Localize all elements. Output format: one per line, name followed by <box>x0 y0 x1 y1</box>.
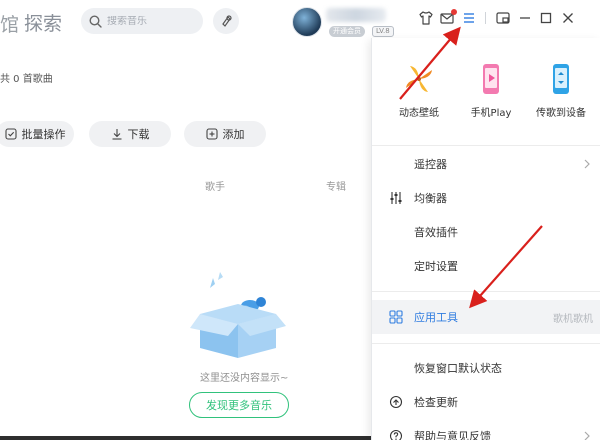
menu-item-check-update[interactable]: 检查更新 <box>372 385 600 419</box>
chevron-right-icon <box>584 159 590 169</box>
notification-dot <box>451 9 457 15</box>
search-box[interactable] <box>81 8 203 34</box>
add-label: 添加 <box>222 128 245 141</box>
menu-item-sound-effect-plugins[interactable]: 音效插件 <box>372 215 600 249</box>
menu-item-restore-window-default[interactable]: 恢复窗口默认状态 <box>372 351 600 385</box>
menu-item-app-tools[interactable]: 应用工具 歌机歌机 <box>372 300 600 334</box>
search-icon <box>89 14 102 28</box>
menu-item-equalizer[interactable]: 均衡器 <box>372 181 600 215</box>
vip-badge[interactable]: 开通会员 <box>329 26 365 37</box>
pinwheel-icon <box>406 66 432 92</box>
download-button[interactable]: 下载 <box>89 121 171 147</box>
quick-action-transfer-to-device[interactable]: 传歌到设备 <box>526 62 596 119</box>
quick-action-label: 传歌到设备 <box>536 108 586 119</box>
menu-item-extra-text: 歌机歌机 <box>553 313 593 325</box>
quick-action-live-wallpaper[interactable]: 动态壁纸 <box>384 62 454 119</box>
download-label: 下载 <box>127 128 150 141</box>
batch-operation-label: 批量操作 <box>21 128 66 141</box>
menu-icon <box>464 13 474 23</box>
nav-tab-partial[interactable]: 馆 <box>0 10 19 37</box>
column-header-singer[interactable]: 歌手 <box>205 178 225 193</box>
menu-item-label: 均衡器 <box>414 192 447 205</box>
mini-mode-button[interactable] <box>494 9 512 27</box>
empty-box-illustration <box>190 272 286 358</box>
search-input[interactable] <box>107 15 195 27</box>
music-app-window: 馆 探索 开通会员 LV.8 <box>0 0 600 440</box>
minimize-icon <box>520 17 530 19</box>
close-button[interactable] <box>559 9 577 27</box>
maximize-button[interactable] <box>537 9 555 27</box>
voice-icon <box>222 15 232 27</box>
apps-grid-icon <box>388 309 404 325</box>
main-dropdown-menu: 动态壁纸 手机Play 传歌到设备 遥控器 均衡器 音效插件 定时设置 应用工具… <box>371 38 600 440</box>
menu-item-label: 检查更新 <box>414 396 458 409</box>
voice-search-button[interactable] <box>213 8 239 34</box>
menu-item-remote-control[interactable]: 遥控器 <box>372 147 600 181</box>
equalizer-icon <box>388 190 404 206</box>
empty-state-text: 这里还没内容显示~ <box>200 373 289 384</box>
quick-action-label: 动态壁纸 <box>399 108 439 119</box>
column-header-album[interactable]: 专辑 <box>326 178 346 193</box>
help-icon <box>388 428 404 440</box>
download-icon <box>112 129 121 140</box>
mini-player-icon <box>496 12 510 24</box>
chevron-right-icon <box>584 431 590 440</box>
nav-tab-explore[interactable]: 探索 <box>24 9 62 36</box>
update-icon <box>388 394 404 410</box>
quick-action-phone-play[interactable]: 手机Play <box>456 62 526 119</box>
tshirt-icon <box>419 11 433 25</box>
add-button[interactable]: 添加 <box>184 121 266 147</box>
close-icon <box>563 13 573 23</box>
phone-transfer-icon <box>553 64 569 94</box>
menu-item-help-feedback[interactable]: 帮助与意见反馈 <box>372 419 600 440</box>
song-count: 共 0 首歌曲 <box>0 74 53 85</box>
discover-more-music-button[interactable]: 发现更多音乐 <box>189 392 289 418</box>
menu-divider <box>372 343 600 344</box>
menu-divider <box>372 291 600 292</box>
minimize-button[interactable] <box>516 9 534 27</box>
menu-item-label: 音效插件 <box>414 226 458 239</box>
menu-item-label: 定时设置 <box>414 260 458 273</box>
maximize-icon <box>540 12 552 24</box>
username-blurred <box>326 8 386 22</box>
toolbar-divider <box>485 12 486 24</box>
skin-button[interactable] <box>417 9 435 27</box>
avatar[interactable] <box>292 7 322 37</box>
batch-operation-button[interactable]: 批量操作 <box>0 121 74 147</box>
menu-divider <box>372 145 600 146</box>
menu-item-timer-settings[interactable]: 定时设置 <box>372 249 600 283</box>
menu-item-label: 帮助与意见反馈 <box>414 430 491 440</box>
phone-play-icon <box>483 64 499 94</box>
menu-item-label: 恢复窗口默认状态 <box>414 362 502 375</box>
level-badge: LV.8 <box>372 26 394 37</box>
menu-item-label: 遥控器 <box>414 158 447 171</box>
add-icon <box>205 128 218 140</box>
batch-icon <box>4 128 17 140</box>
main-menu-button[interactable] <box>460 9 478 27</box>
quick-action-label: 手机Play <box>470 108 512 119</box>
menu-item-label: 应用工具 <box>414 311 458 324</box>
